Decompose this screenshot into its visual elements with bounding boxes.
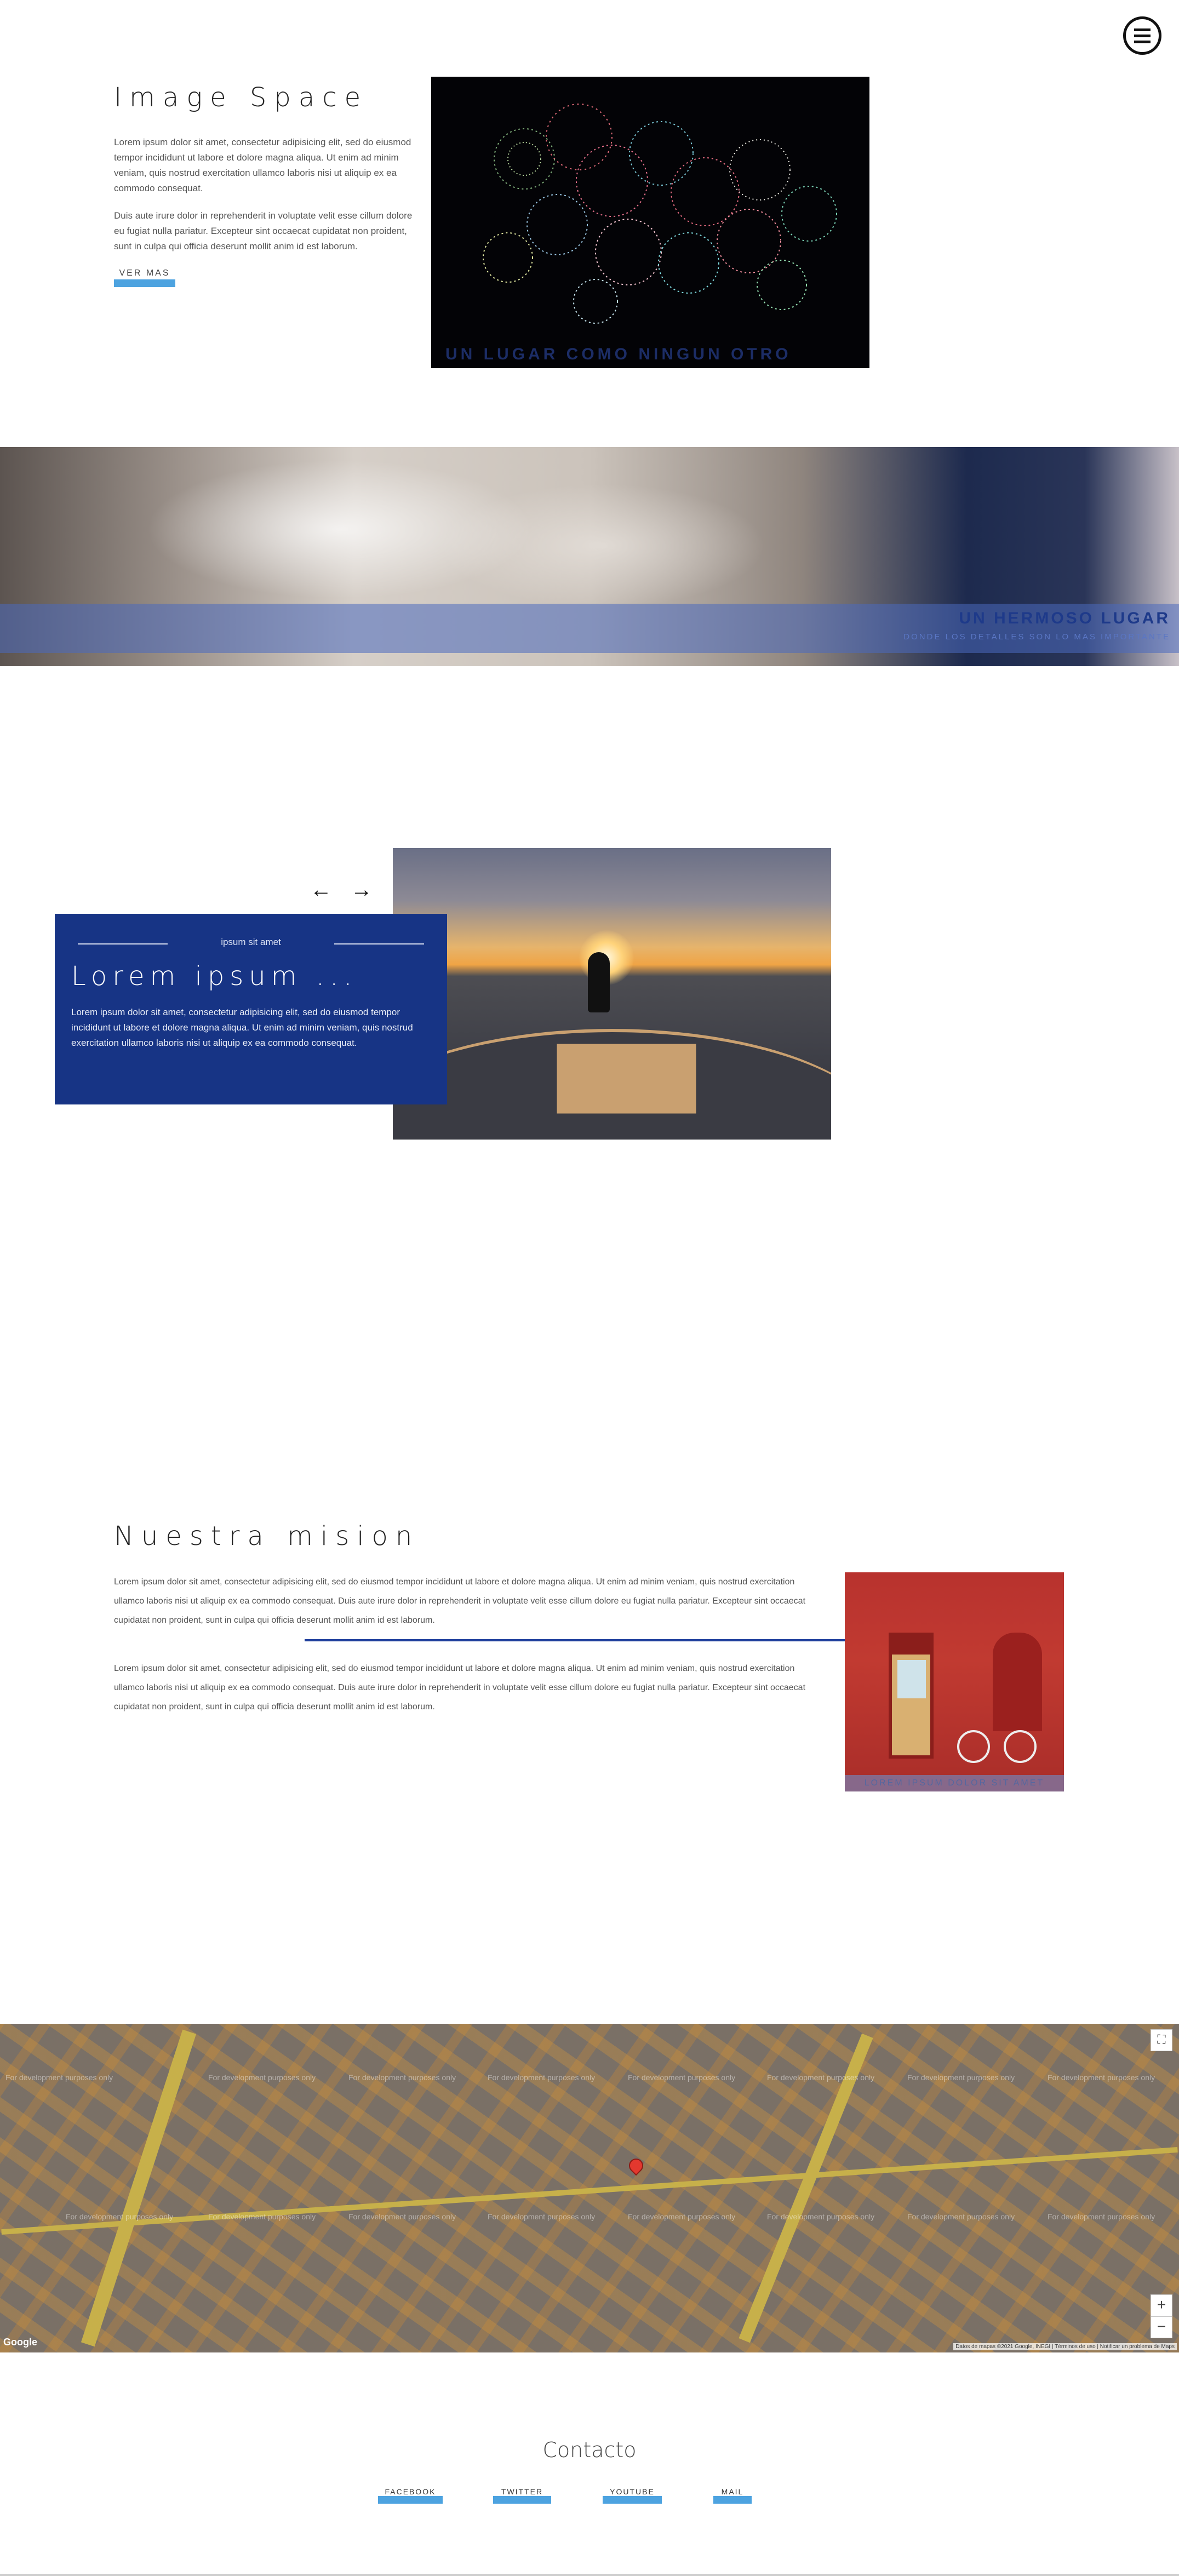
map-embed[interactable]: For development purposes only For develo… xyxy=(0,2024,1179,2352)
mission-divider xyxy=(305,1639,845,1641)
map-watermark: For development purposes only xyxy=(5,2073,113,2082)
map-watermark: For development purposes only xyxy=(907,2212,1015,2221)
fireworks-caption: UN LUGAR COMO NINGUN OTRO xyxy=(445,345,792,363)
map-watermark: For development purposes only xyxy=(208,2212,316,2221)
map-watermark: For development purposes only xyxy=(488,2073,596,2082)
door-graphic xyxy=(889,1633,934,1759)
intro-paragraph-1: Lorem ipsum dolor sit amet, consectetur … xyxy=(114,137,411,193)
arrow-right-icon[interactable]: → xyxy=(351,878,373,902)
banner-subtitle: DONDE LOS DETALLES SON LO MAS IMPORTANTE xyxy=(903,632,1170,642)
bike-wheel xyxy=(1004,1730,1037,1763)
card-body: Lorem ipsum dolor sit amet, consectetur … xyxy=(71,1007,413,1048)
map-watermark: For development purposes only xyxy=(348,2073,456,2082)
twitter-link[interactable]: TWITTER xyxy=(493,2487,551,2504)
hamburger-bar xyxy=(1134,28,1151,31)
intro-paragraph-2: Duis aute irure dolor in reprehenderit i… xyxy=(114,210,413,251)
youtube-link[interactable]: YOUTUBE xyxy=(603,2487,662,2504)
shutter-graphic xyxy=(993,1633,1042,1731)
facebook-link[interactable]: FACEBOOK xyxy=(378,2487,443,2504)
map-watermark: For development purposes only xyxy=(907,2073,1015,2082)
skater-silhouette xyxy=(588,952,610,1012)
map-watermark: For development purposes only xyxy=(348,2212,456,2221)
map-watermark: For development purposes only xyxy=(1048,2212,1155,2221)
fireworks-image: UN LUGAR COMO NINGUN OTRO xyxy=(431,77,869,368)
google-logo: Google xyxy=(3,2337,37,2348)
banner-title: UN HERMOSO LUGAR xyxy=(959,609,1170,627)
mission-title: Nuestra mision xyxy=(114,1521,420,1552)
map-zoom-out-button[interactable]: − xyxy=(1151,2316,1172,2338)
contact-title: Contacto xyxy=(542,2438,637,2462)
bike-wheel xyxy=(957,1730,990,1763)
hero-banner: UN HERMOSO LUGAR DONDE LOS DETALLES SON … xyxy=(0,447,1179,666)
hamburger-menu-icon[interactable] xyxy=(1123,16,1161,55)
carousel-card: ipsum sit amet Lorem ipsum ... Lorem ips… xyxy=(55,914,447,1104)
skatepark-image xyxy=(393,848,831,1140)
arrow-left-icon[interactable]: ← xyxy=(310,878,332,902)
fireworks-graphic xyxy=(483,104,837,324)
page-bottom-rule xyxy=(0,2574,1179,2576)
card-title: Lorem ipsum ... xyxy=(71,961,358,992)
skate-bowl xyxy=(393,1029,831,1140)
hamburger-bar xyxy=(1134,41,1151,43)
map-watermark: For development purposes only xyxy=(66,2212,174,2221)
hamburger-bar xyxy=(1134,35,1151,37)
map-watermark: For development purposes only xyxy=(628,2073,736,2082)
intro-title: Image Space xyxy=(114,82,369,113)
map-fullscreen-button[interactable]: ⛶ xyxy=(1151,2029,1172,2051)
map-attribution[interactable]: Datos de mapas ©2021 Google, INEGI | Tér… xyxy=(953,2343,1177,2350)
red-door-caption: LOREM IPSUM DOLOR SIT AMET xyxy=(845,1775,1064,1791)
mission-paragraph-1: Lorem ipsum dolor sit amet, consectetur … xyxy=(114,1577,806,1625)
mail-link[interactable]: MAIL xyxy=(713,2487,752,2504)
map-watermark: For development purposes only xyxy=(767,2212,875,2221)
ver-mas-button[interactable]: VER MAS xyxy=(114,268,175,287)
map-watermark: For development purposes only xyxy=(208,2073,316,2082)
door-window xyxy=(897,1660,926,1698)
map-road xyxy=(1,2146,1178,2235)
map-watermark: For development purposes only xyxy=(767,2073,875,2082)
card-divider xyxy=(334,943,424,944)
map-watermark: For development purposes only xyxy=(1048,2073,1155,2082)
map-zoom-in-button[interactable]: + xyxy=(1151,2294,1172,2316)
red-door-image: LOREM IPSUM DOLOR SIT AMET xyxy=(845,1572,1064,1791)
mission-paragraph-2: Lorem ipsum dolor sit amet, consectetur … xyxy=(114,1664,806,1711)
map-watermark: For development purposes only xyxy=(628,2212,736,2221)
card-kicker: ipsum sit amet xyxy=(221,937,281,947)
map-watermark: For development purposes only xyxy=(488,2212,596,2221)
